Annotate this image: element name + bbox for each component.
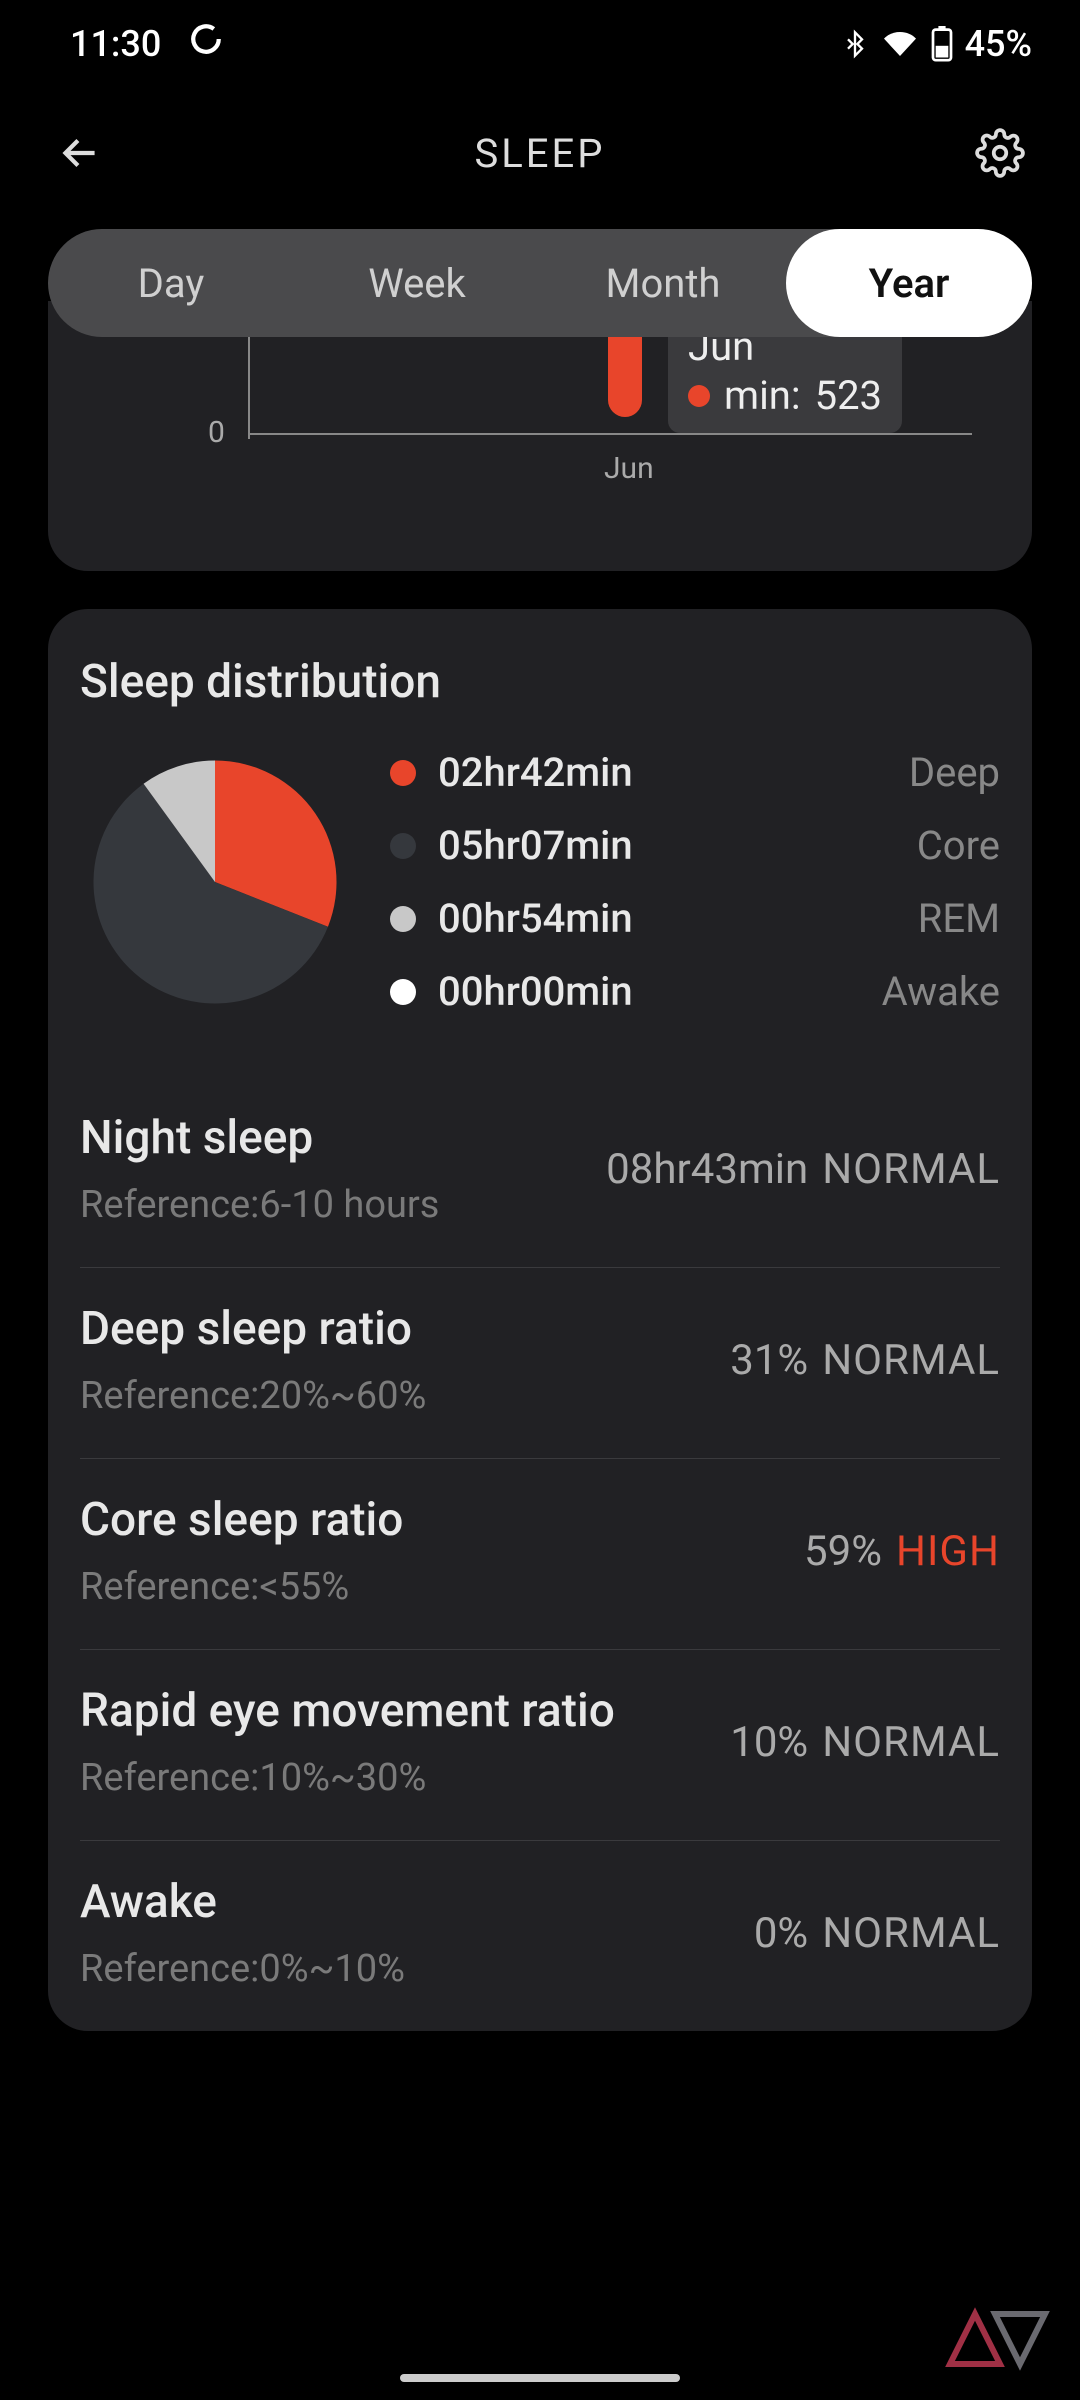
back-button[interactable]	[48, 121, 112, 185]
metric-row: Awake Reference:0%~10% 0% NORMAL	[80, 1841, 1000, 1991]
metric-name: Rapid eye movement ratio	[80, 1684, 730, 1738]
metric-status: NORMAL	[822, 1718, 1000, 1767]
metric-reference: Reference:0%~10%	[80, 1947, 754, 1991]
legend-dot-icon	[390, 979, 416, 1005]
metric-row: Deep sleep ratio Reference:20%~60% 31% N…	[80, 1268, 1000, 1459]
battery-percent: 45%	[965, 23, 1032, 65]
tooltip-value: 523	[815, 372, 882, 419]
metric-name: Awake	[80, 1875, 754, 1929]
tab-day[interactable]: Day	[48, 229, 294, 337]
sync-icon	[189, 22, 223, 65]
legend-label: Deep	[909, 749, 1000, 796]
distribution-title: Sleep distribution	[80, 655, 1000, 709]
legend-dot-icon	[390, 906, 416, 932]
legend-time: 05hr07min	[438, 822, 633, 869]
metric-row: Rapid eye movement ratio Reference:10%~3…	[80, 1650, 1000, 1841]
chart-bar-jun[interactable]	[608, 331, 642, 417]
legend-dot-icon	[390, 833, 416, 859]
tab-month[interactable]: Month	[540, 229, 786, 337]
metric-value: 08hr43min	[606, 1145, 808, 1194]
metric-row: Core sleep ratio Reference:<55% 59% HIGH	[80, 1459, 1000, 1650]
battery-icon	[931, 26, 953, 62]
distribution-pie-chart	[80, 747, 350, 1017]
wifi-icon	[881, 28, 919, 60]
legend-label: REM	[918, 895, 1000, 942]
metric-reference: Reference:6-10 hours	[80, 1183, 606, 1227]
metric-name: Night sleep	[80, 1111, 606, 1165]
legend-time: 00hr00min	[438, 968, 633, 1015]
status-bar: 11:30 45%	[0, 0, 1080, 77]
watermark-logo-icon	[940, 2304, 1050, 2378]
chart-x-axis	[248, 433, 972, 435]
legend-dot-icon	[390, 760, 416, 786]
metric-row: Night sleep Reference:6-10 hours 08hr43m…	[80, 1077, 1000, 1268]
metric-status: NORMAL	[822, 1909, 1000, 1958]
metric-status: HIGH	[896, 1527, 1000, 1576]
legend-row-awake: 00hr00min Awake	[390, 968, 1000, 1015]
period-tabs: Day Week Month Year	[48, 229, 1032, 337]
chart-x-tick-jun: Jun	[604, 451, 654, 486]
legend-time: 02hr42min	[438, 749, 633, 796]
metric-status: NORMAL	[822, 1336, 1000, 1385]
sleep-distribution-card: Sleep distribution 02hr42min Deep 05hr07…	[48, 609, 1032, 2031]
metric-value: 31%	[730, 1336, 808, 1385]
legend-label: Core	[917, 822, 1000, 869]
app-header: SLEEP	[0, 77, 1080, 229]
legend-row-deep: 02hr42min Deep	[390, 749, 1000, 796]
metric-name: Deep sleep ratio	[80, 1302, 730, 1356]
tab-week[interactable]: Week	[294, 229, 540, 337]
year-chart-card: 0 Jun Jun min: 523	[48, 301, 1032, 571]
settings-button[interactable]	[968, 121, 1032, 185]
metric-reference: Reference:<55%	[80, 1565, 804, 1609]
metric-value: 10%	[730, 1718, 808, 1767]
home-indicator[interactable]	[400, 2374, 680, 2382]
metric-value: 59%	[804, 1527, 882, 1576]
metric-status: NORMAL	[822, 1145, 1000, 1194]
distribution-legend: 02hr42min Deep 05hr07min Core 00hr54min …	[390, 749, 1000, 1015]
tooltip-label: min:	[724, 372, 801, 419]
legend-time: 00hr54min	[438, 895, 633, 942]
page-title: SLEEP	[112, 130, 968, 177]
legend-label: Awake	[882, 968, 1000, 1015]
metric-value: 0%	[754, 1909, 808, 1958]
metric-reference: Reference:20%~60%	[80, 1374, 730, 1418]
tooltip-dot-icon	[688, 385, 710, 407]
legend-row-core: 05hr07min Core	[390, 822, 1000, 869]
metric-name: Core sleep ratio	[80, 1493, 804, 1547]
bluetooth-icon	[841, 27, 869, 61]
status-time: 11:30	[70, 23, 161, 65]
tab-year[interactable]: Year	[786, 229, 1032, 337]
legend-row-rem: 00hr54min REM	[390, 895, 1000, 942]
chart-y-tick-0: 0	[208, 415, 225, 450]
chart-y-axis	[248, 321, 250, 439]
metric-reference: Reference:10%~30%	[80, 1756, 730, 1800]
